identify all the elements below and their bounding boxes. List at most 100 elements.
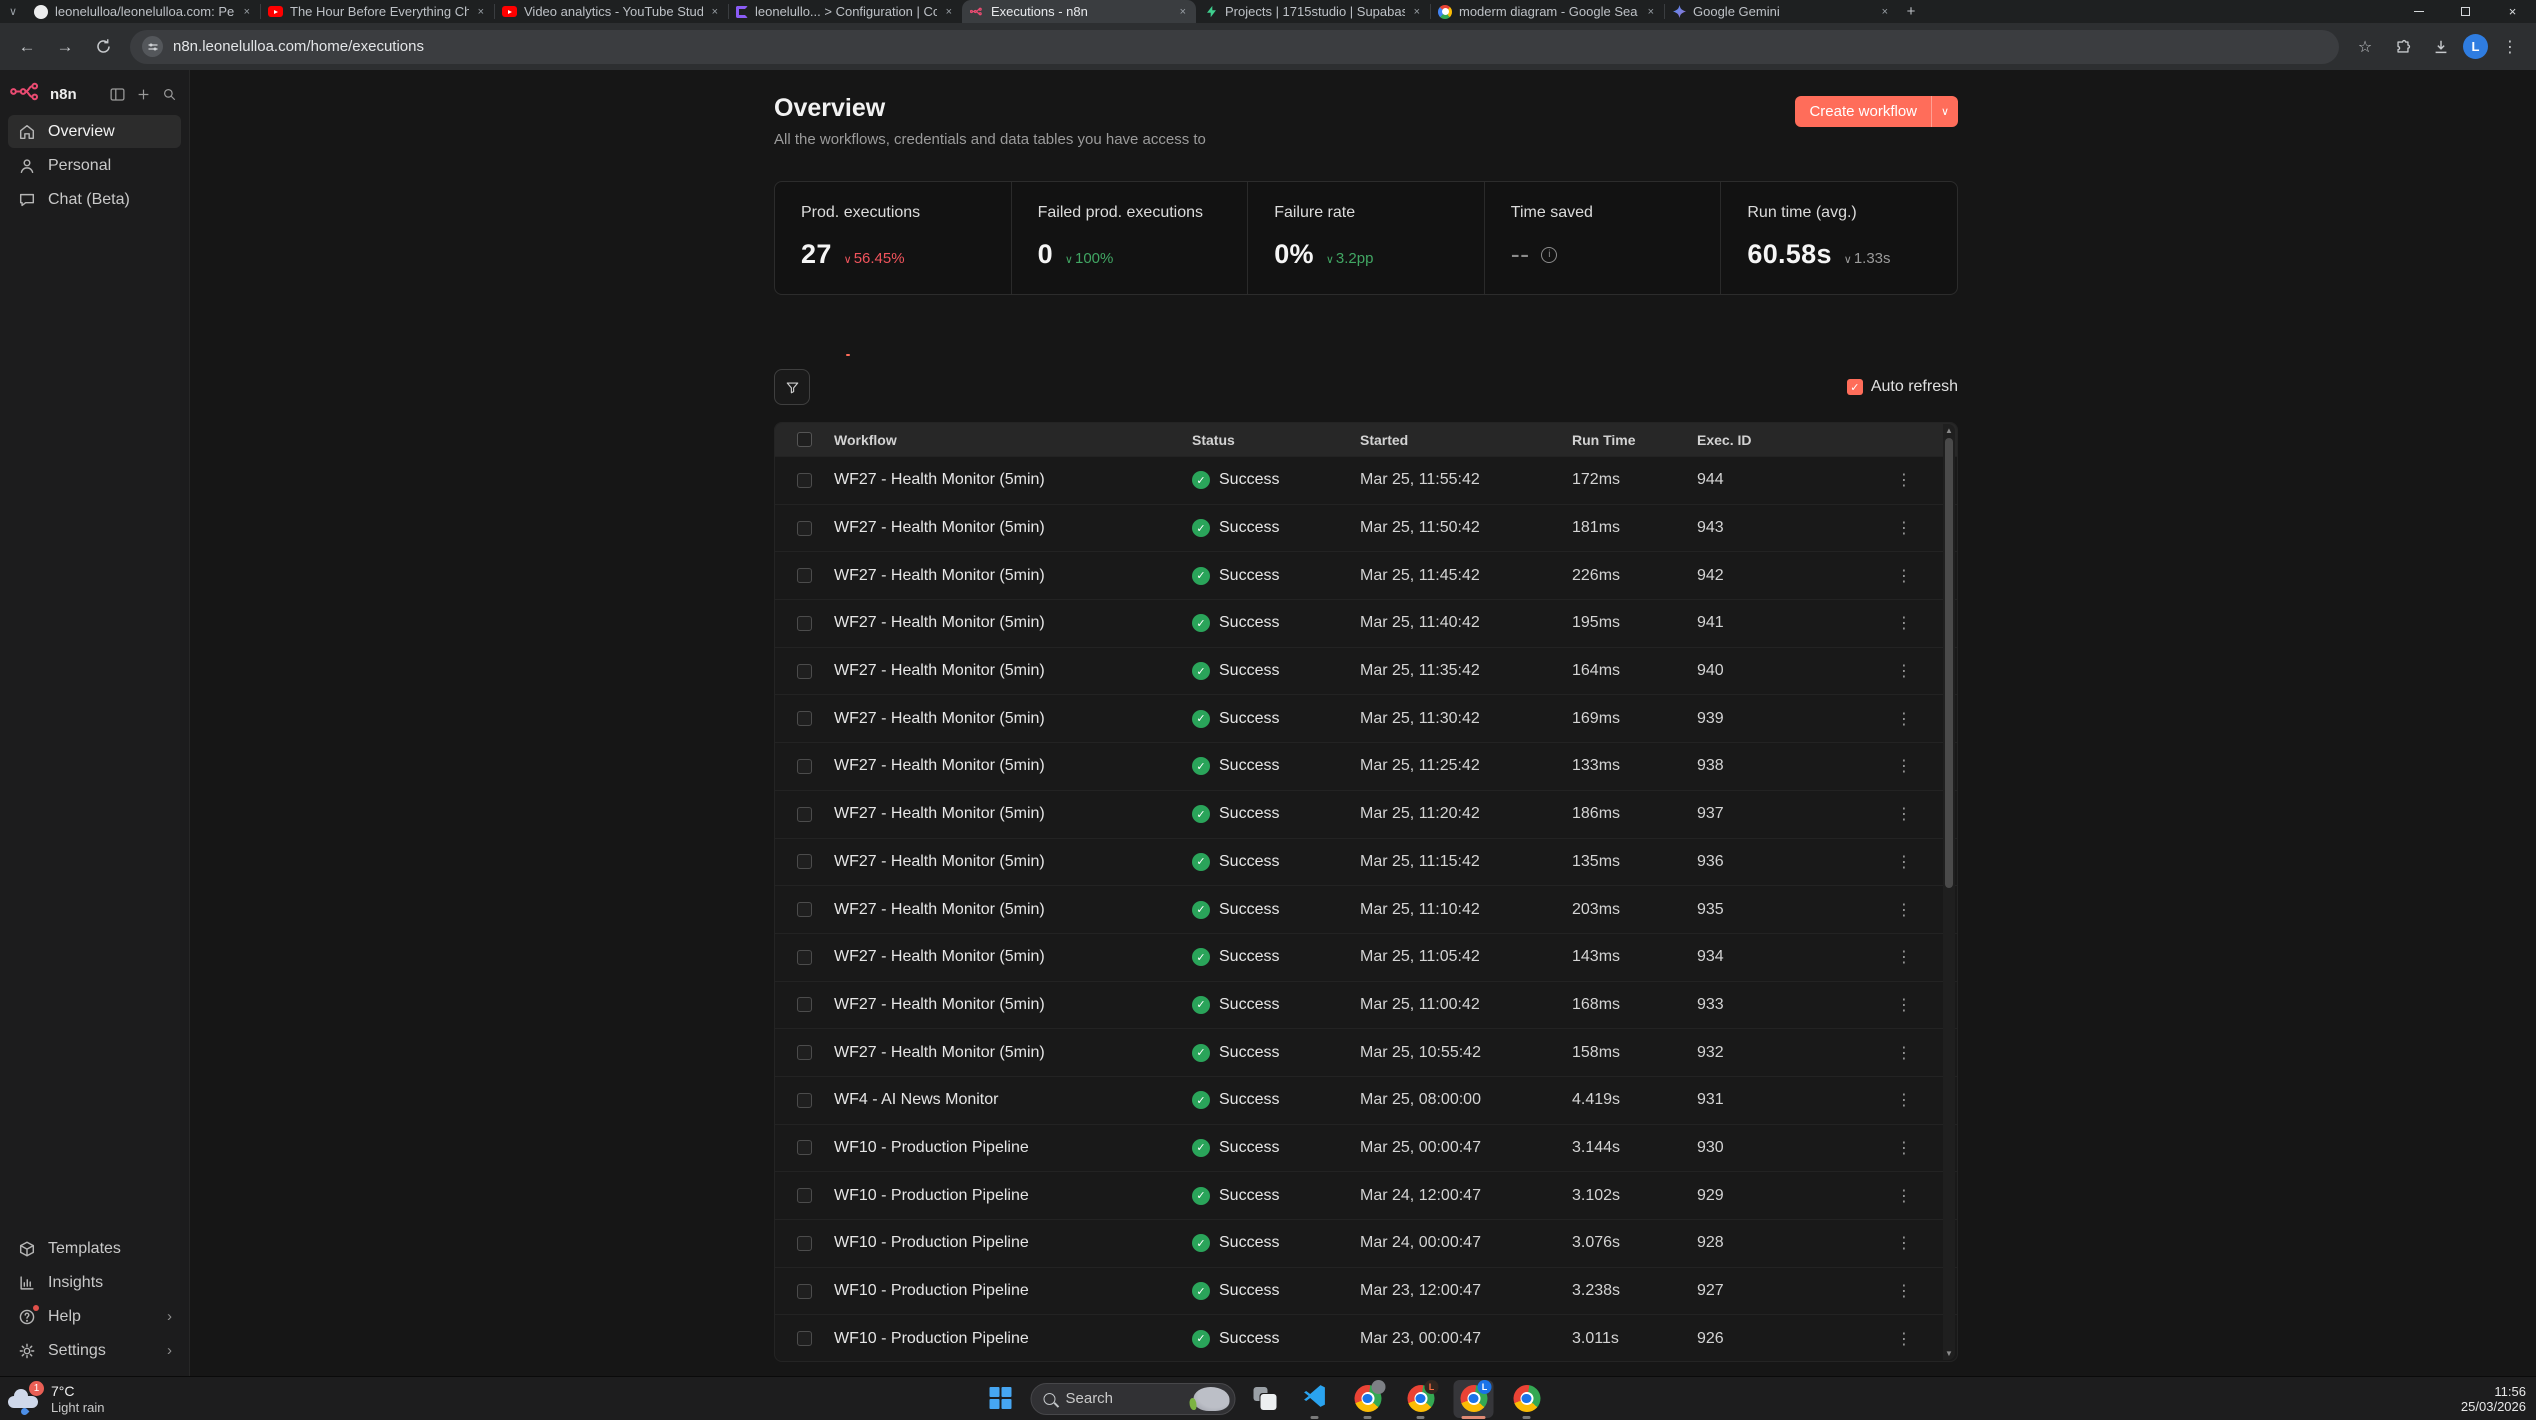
row-menu-icon[interactable]: ⋮ <box>1875 518 1943 538</box>
create-workflow-button[interactable]: Create workflow ∨ <box>1795 96 1958 127</box>
row-menu-icon[interactable]: ⋮ <box>1875 756 1943 776</box>
row-checkbox[interactable] <box>797 568 812 583</box>
tab-search-chevron-icon[interactable]: ∨ <box>0 0 26 23</box>
table-scrollbar[interactable]: ▲ ▼ <box>1943 424 1955 1360</box>
row-checkbox[interactable] <box>797 664 812 679</box>
row-menu-icon[interactable]: ⋮ <box>1875 1090 1943 1110</box>
sidebar-item-help[interactable]: Help › <box>8 1300 181 1333</box>
row-checkbox[interactable] <box>797 711 812 726</box>
table-row[interactable]: WF27 - Health Monitor (5min) ✓Success Ma… <box>775 1028 1957 1076</box>
new-tab-button[interactable]: + <box>1898 0 1924 23</box>
row-checkbox[interactable] <box>797 1236 812 1251</box>
create-workflow-label[interactable]: Create workflow <box>1795 96 1931 127</box>
task-view-button[interactable] <box>1253 1386 1278 1411</box>
info-icon[interactable]: i <box>1541 247 1557 263</box>
tab-close-icon[interactable]: × <box>944 6 954 18</box>
sidebar-item-insights[interactable]: Insights › <box>8 1266 181 1299</box>
extensions-puzzle-icon[interactable] <box>2387 31 2419 63</box>
sidebar-item-templates[interactable]: Templates › <box>8 1232 181 1265</box>
back-icon[interactable]: ← <box>10 30 44 64</box>
tab-close-icon[interactable]: × <box>1412 6 1422 18</box>
row-checkbox[interactable] <box>797 1093 812 1108</box>
create-workflow-dropdown-icon[interactable]: ∨ <box>1931 96 1958 127</box>
row-menu-icon[interactable]: ⋮ <box>1875 1329 1943 1349</box>
minimize-button[interactable] <box>2395 0 2442 23</box>
row-checkbox[interactable] <box>797 1045 812 1060</box>
table-row[interactable]: WF10 - Production Pipeline ✓Success Mar … <box>775 1124 1957 1172</box>
row-menu-icon[interactable]: ⋮ <box>1875 900 1943 920</box>
row-checkbox[interactable] <box>797 997 812 1012</box>
row-menu-icon[interactable]: ⋮ <box>1875 852 1943 872</box>
browser-tab[interactable]: Video analytics - YouTube Stud × <box>494 0 728 23</box>
profile-avatar[interactable]: L <box>2463 34 2488 59</box>
site-info-icon[interactable] <box>142 36 163 57</box>
tab-close-icon[interactable]: × <box>242 6 252 18</box>
table-row[interactable]: WF4 - AI News Monitor ✓Success Mar 25, 0… <box>775 1076 1957 1124</box>
table-row[interactable]: WF10 - Production Pipeline ✓Success Mar … <box>775 1219 1957 1267</box>
row-checkbox[interactable] <box>797 902 812 917</box>
taskbar-app[interactable] <box>1507 1380 1547 1418</box>
taskbar-app[interactable] <box>1295 1380 1335 1418</box>
browser-tab[interactable]: Executions - n8n × <box>962 0 1196 23</box>
row-checkbox[interactable] <box>797 1331 812 1346</box>
table-row[interactable]: WF27 - Health Monitor (5min) ✓Success Ma… <box>775 885 1957 933</box>
sidebar-item-personal[interactable]: Personal › <box>8 149 181 182</box>
browser-tab[interactable]: leonelulloa/leonelulloa.com: Pe × <box>26 0 260 23</box>
tab-close-icon[interactable]: × <box>476 6 486 18</box>
maximize-button[interactable] <box>2442 0 2489 23</box>
start-button[interactable] <box>990 1387 1014 1411</box>
taskbar-search[interactable]: Search <box>1031 1383 1236 1415</box>
tab-close-icon[interactable]: × <box>710 6 720 18</box>
browser-tab[interactable]: Google Gemini × <box>1664 0 1898 23</box>
row-checkbox[interactable] <box>797 1188 812 1203</box>
forward-icon[interactable]: → <box>48 30 82 64</box>
row-checkbox[interactable] <box>797 473 812 488</box>
table-row[interactable]: WF27 - Health Monitor (5min) ✓Success Ma… <box>775 742 1957 790</box>
url-bar[interactable]: n8n.leonelulloa.com/home/executions <box>130 30 2339 64</box>
scroll-down-icon[interactable]: ▼ <box>1943 1347 1955 1360</box>
row-checkbox[interactable] <box>797 1284 812 1299</box>
taskbar-app[interactable] <box>1348 1380 1388 1418</box>
row-menu-icon[interactable]: ⋮ <box>1875 1233 1943 1253</box>
close-button[interactable]: × <box>2489 0 2536 23</box>
row-checkbox[interactable] <box>797 616 812 631</box>
downloads-icon[interactable] <box>2425 31 2457 63</box>
row-checkbox[interactable] <box>797 854 812 869</box>
browser-tab[interactable]: moderm diagram - Google Sea × <box>1430 0 1664 23</box>
scroll-up-icon[interactable]: ▲ <box>1943 424 1955 437</box>
sidebar-item-overview[interactable]: Overview › <box>8 115 181 148</box>
weather-widget[interactable]: 1 7°C Light rain <box>8 1383 104 1415</box>
table-row[interactable]: WF27 - Health Monitor (5min) ✓Success Ma… <box>775 647 1957 695</box>
scrollbar-thumb[interactable] <box>1945 438 1953 888</box>
browser-tab[interactable]: Projects | 1715studio | Supabase × <box>1196 0 1430 23</box>
row-menu-icon[interactable]: ⋮ <box>1875 709 1943 729</box>
tab-close-icon[interactable]: × <box>1178 6 1188 18</box>
table-row[interactable]: WF27 - Health Monitor (5min) ✓Success Ma… <box>775 456 1957 504</box>
row-checkbox[interactable] <box>797 521 812 536</box>
taskbar-app[interactable]: L <box>1401 1380 1441 1418</box>
tab-close-icon[interactable]: × <box>1880 6 1890 18</box>
row-menu-icon[interactable]: ⋮ <box>1875 1281 1943 1301</box>
row-menu-icon[interactable]: ⋮ <box>1875 1138 1943 1158</box>
row-menu-icon[interactable]: ⋮ <box>1875 947 1943 967</box>
row-checkbox[interactable] <box>797 759 812 774</box>
row-menu-icon[interactable]: ⋮ <box>1875 470 1943 490</box>
row-menu-icon[interactable]: ⋮ <box>1875 804 1943 824</box>
table-row[interactable]: WF10 - Production Pipeline ✓Success Mar … <box>775 1314 1957 1362</box>
auto-refresh-checkbox[interactable]: ✓ <box>1847 379 1863 395</box>
row-menu-icon[interactable]: ⋮ <box>1875 613 1943 633</box>
table-row[interactable]: WF27 - Health Monitor (5min) ✓Success Ma… <box>775 838 1957 886</box>
table-row[interactable]: WF10 - Production Pipeline ✓Success Mar … <box>775 1267 1957 1315</box>
table-row[interactable]: WF27 - Health Monitor (5min) ✓Success Ma… <box>775 790 1957 838</box>
select-all-checkbox[interactable] <box>797 432 812 447</box>
row-menu-icon[interactable]: ⋮ <box>1875 995 1943 1015</box>
table-row[interactable]: WF27 - Health Monitor (5min) ✓Success Ma… <box>775 551 1957 599</box>
sidebar-item-settings[interactable]: Settings › <box>8 1334 181 1367</box>
table-row[interactable]: WF27 - Health Monitor (5min) ✓Success Ma… <box>775 933 1957 981</box>
bookmark-star-icon[interactable]: ☆ <box>2349 31 2381 63</box>
tab-close-icon[interactable]: × <box>1646 6 1656 18</box>
row-menu-icon[interactable]: ⋮ <box>1875 1186 1943 1206</box>
table-row[interactable]: WF27 - Health Monitor (5min) ✓Success Ma… <box>775 981 1957 1029</box>
sidebar-item-chat-beta[interactable]: Chat (Beta) › <box>8 183 181 216</box>
taskbar-clock[interactable]: 11:56 25/03/2026 <box>2461 1384 2526 1414</box>
